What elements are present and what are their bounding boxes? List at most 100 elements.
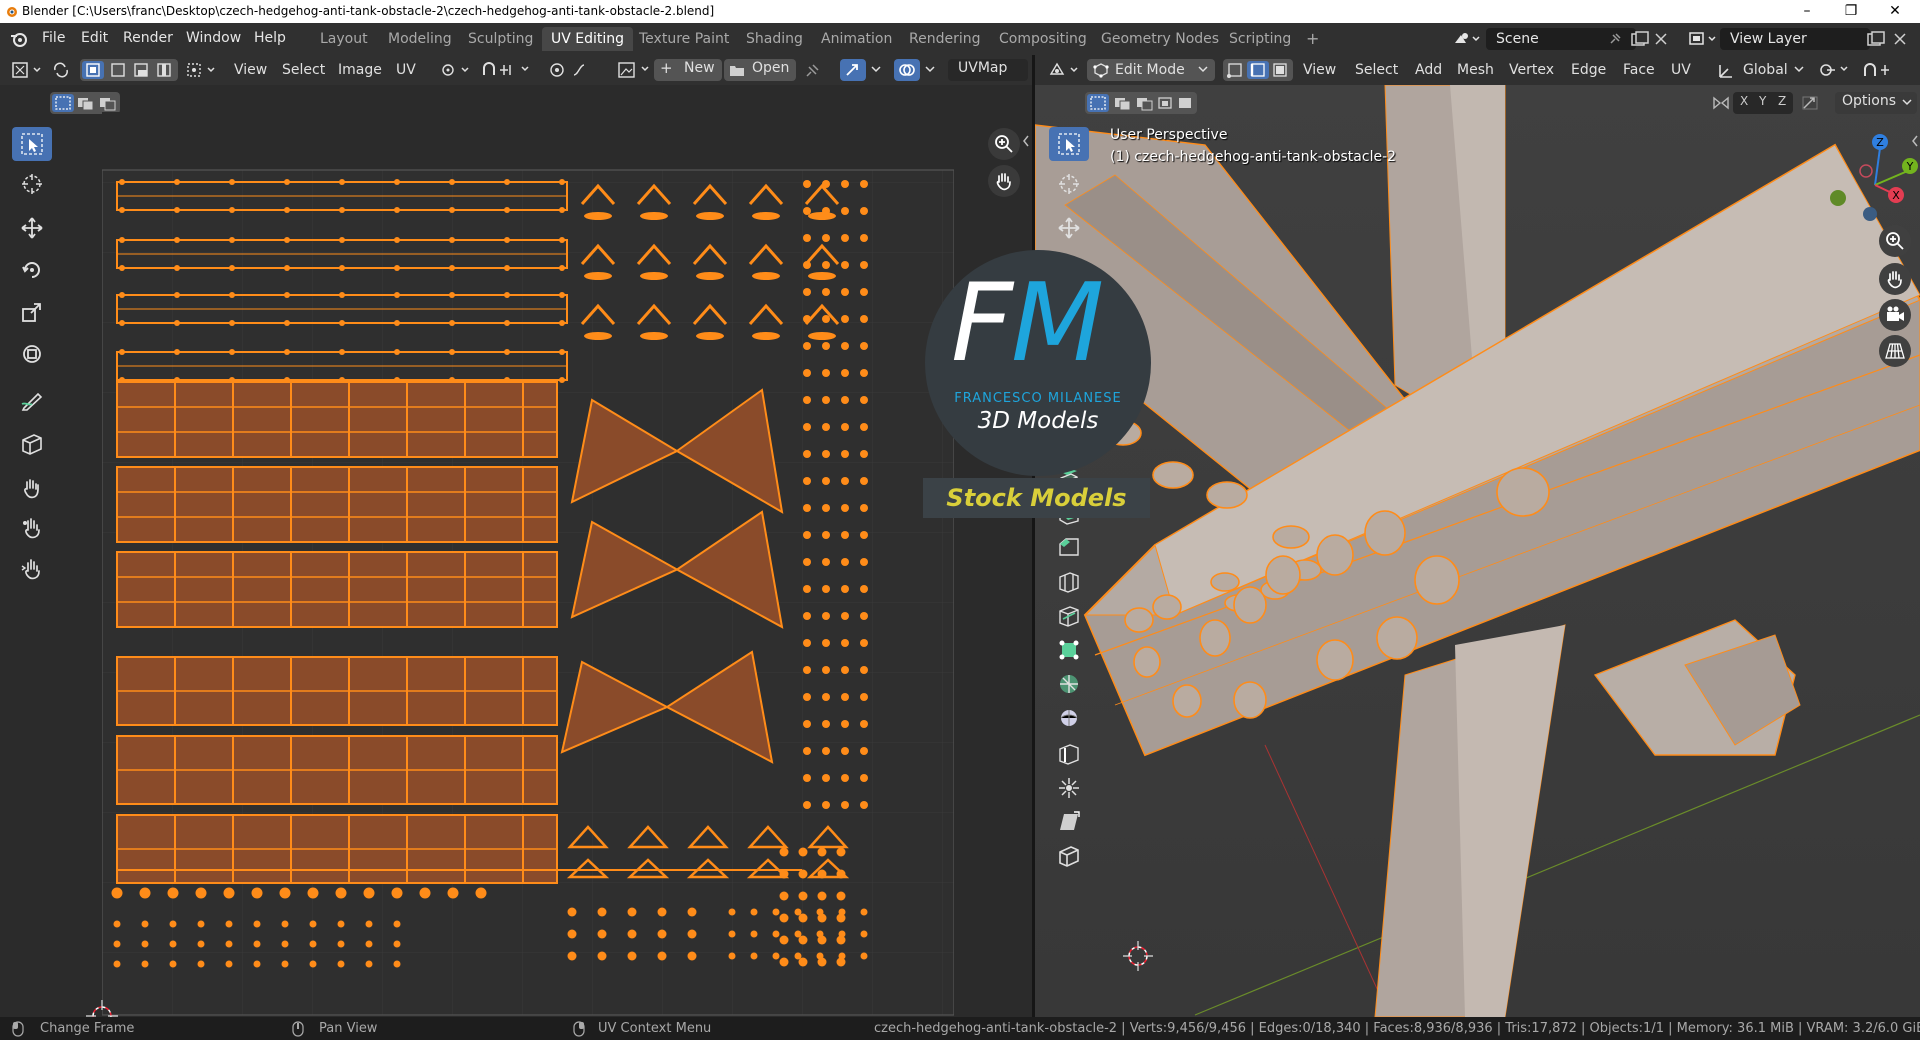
uv-bolt-island[interactable] [860,288,868,296]
uv-vertex[interactable] [174,265,180,271]
uv-bolt-island[interactable] [841,774,849,782]
uv-vertex[interactable] [119,349,125,355]
uv-vertex[interactable] [284,207,290,213]
tool-move[interactable] [1049,211,1089,245]
uv-vertex[interactable] [229,320,235,326]
menu-edit[interactable]: Edit [81,30,108,46]
uv-vertex[interactable] [339,292,345,298]
viewport-menu-view[interactable]: View [1303,59,1336,81]
uv-bolt-island[interactable] [687,907,697,917]
uv-vertex[interactable] [449,207,455,213]
uv-bolt-island[interactable] [803,558,811,566]
uv-bolt-island[interactable] [803,369,811,377]
uv-small-island[interactable] [752,272,780,280]
uv-bolt-island[interactable] [841,342,849,350]
uv-bolt-island[interactable] [779,957,789,967]
uv-bolt-island[interactable] [750,952,758,960]
uv-bolt-island[interactable] [822,234,830,242]
uv-bolt-island[interactable] [779,847,789,857]
orientation-label[interactable]: Global [1743,59,1788,81]
uv-bolt-island[interactable] [794,930,802,938]
uv-bolt-island[interactable] [803,720,811,728]
uv-small-island[interactable] [584,212,612,220]
uv-vertex[interactable] [339,320,345,326]
uv-bolt-island[interactable] [803,585,811,593]
uv-small-island[interactable] [640,332,668,340]
uv-bolt-island[interactable] [860,612,868,620]
uv-bolt-island[interactable] [860,207,868,215]
uv-bolt-island[interactable] [750,908,758,916]
uv-bolt-island[interactable] [728,930,736,938]
uv-bolt-island[interactable] [279,887,291,899]
uv-bolt-island[interactable] [841,261,849,269]
tool-spin[interactable] [1049,667,1089,701]
uv-vertex[interactable] [339,207,345,213]
uv-bolt-island[interactable] [822,369,830,377]
uv-bolt-island[interactable] [803,207,811,215]
view-layer-name-field[interactable]: View Layer [1720,28,1870,50]
3d-viewport[interactable]: Edit Mode View Select Add Mesh Vertex Ed… [1035,55,1920,1017]
tab-modeling[interactable]: Modeling [379,27,461,51]
tool-shrink-fatten[interactable] [1049,771,1089,805]
uv-bolt-island[interactable] [803,288,811,296]
uv-sync-toggle[interactable] [840,59,866,81]
minimize-button[interactable]: – [1784,0,1830,23]
uv-bolt-island[interactable] [253,920,261,928]
chevron-down-icon[interactable] [1793,65,1805,75]
pan-view-button[interactable] [988,165,1020,197]
uv-bolt-island[interactable] [197,960,205,968]
mesh-select-mode-icons[interactable] [1225,61,1291,79]
uv-bolt-island[interactable] [750,930,758,938]
uv-vertex[interactable] [504,179,510,185]
uv-menu-image[interactable]: Image [338,59,382,81]
uv-bolt-island[interactable] [841,234,849,242]
viewport-menu-mesh[interactable]: Mesh [1457,59,1494,81]
uv-bolt-island[interactable] [822,261,830,269]
tool-loop-cut[interactable] [1049,565,1089,599]
uv-bolt-island[interactable] [567,907,577,917]
uv-bolt-island[interactable] [687,951,697,961]
uv-vertex[interactable] [559,349,565,355]
uv-bolt-island[interactable] [841,585,849,593]
uv-vertex[interactable] [394,179,400,185]
uv-bolt-island[interactable] [169,940,177,948]
uv-bolt-island[interactable] [803,234,811,242]
uv-bolt-island[interactable] [365,960,373,968]
uv-vertex[interactable] [119,179,125,185]
uv-bolt-island[interactable] [657,951,667,961]
uv-bolt-island[interactable] [841,288,849,296]
uv-bolt-island[interactable] [803,477,811,485]
uv-bolt-island[interactable] [822,801,830,809]
tool-smooth[interactable] [1049,701,1089,735]
viewport-menu-add[interactable]: Add [1415,59,1442,81]
uv-vertex[interactable] [284,349,290,355]
viewport-scene[interactable] [1035,55,1920,1017]
uv-bolt-island[interactable] [281,960,289,968]
uv-bolt-island[interactable] [860,234,868,242]
uv-bolt-island[interactable] [475,887,487,899]
uv-bolt-island[interactable] [363,887,375,899]
uv-bolt-island[interactable] [365,920,373,928]
uv-bolt-island[interactable] [822,423,830,431]
menu-file[interactable]: File [42,30,65,46]
add-workspace-button[interactable]: + [1297,27,1328,51]
uv-vertex[interactable] [449,265,455,271]
uv-bolt-island[interactable] [822,774,830,782]
view-layer-selector-icon[interactable] [1688,30,1718,48]
uv-bolt-island[interactable] [860,585,868,593]
uv-vertex[interactable] [504,292,510,298]
uv-bolt-island[interactable] [860,774,868,782]
uv-bolt-island[interactable] [816,952,824,960]
viewport-menu-select[interactable]: Select [1355,59,1398,81]
viewport-pan-button[interactable] [1879,263,1911,295]
uv-bolt-island[interactable] [337,940,345,948]
uv-bolt-island[interactable] [113,960,121,968]
pin-icon[interactable] [1608,32,1622,46]
uv-vertex[interactable] [339,265,345,271]
uv-vertex[interactable] [559,237,565,243]
mirror-y-toggle[interactable]: Y [1759,94,1766,108]
uv-bolt-island[interactable] [337,960,345,968]
uv-bolt-island[interactable] [860,693,868,701]
uv-bolt-island[interactable] [822,747,830,755]
uv-bolt-island[interactable] [803,342,811,350]
